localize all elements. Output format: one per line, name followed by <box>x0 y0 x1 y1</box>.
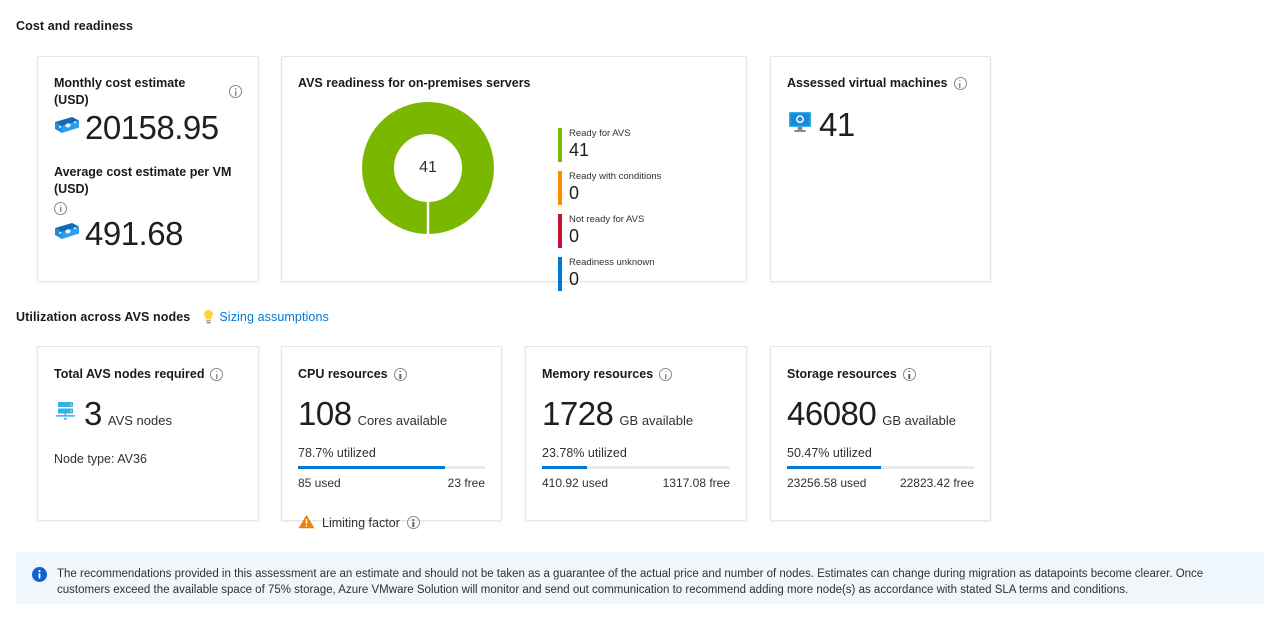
memory-utilization-bar-fill <box>542 465 587 469</box>
storage-utilization-bar <box>787 465 974 469</box>
lightbulb-icon <box>202 309 215 324</box>
memory-value-row: 1728 GB available <box>542 397 730 430</box>
cpu-free-label: 23 free <box>447 475 485 490</box>
storage-utilization-bar-fill <box>787 465 882 469</box>
average-cost-block: Average cost estimate per VM (USD) 491.6… <box>54 164 242 250</box>
legend-value-unknown: 0 <box>569 268 580 289</box>
legend-label-conditions: Ready with conditions <box>569 170 662 182</box>
card-cost-estimate: Monthly cost estimate (USD) 20158.95 Ave… <box>37 56 259 282</box>
memory-bar-legend: 410.92 used 1317.08 free <box>542 476 730 490</box>
average-cost-value: 491.68 <box>85 214 183 252</box>
info-icon[interactable] <box>953 76 967 90</box>
info-banner-text: The recommendations provided in this ass… <box>57 568 1204 596</box>
legend-value-not-ready: 0 <box>569 225 580 246</box>
card-total-avs-nodes: Total AVS nodes required 3 AVS nodes Nod… <box>37 346 259 521</box>
section-title-text: Cost and readiness <box>16 19 134 33</box>
cpu-utilization-bar <box>298 465 485 469</box>
readiness-legend: Ready for AVS 41 Ready with conditions 0 <box>558 98 661 300</box>
info-icon[interactable] <box>229 85 242 99</box>
legend-label-not-ready: Not ready for AVS <box>569 213 645 225</box>
memory-used-label: 410.92 used <box>542 475 609 490</box>
info-icon[interactable] <box>54 201 67 215</box>
monthly-cost-block: Monthly cost estimate (USD) 20158.95 <box>54 75 242 144</box>
cpu-value-row: 108 Cores available <box>298 397 485 430</box>
cpu-used-label: 85 used <box>298 475 341 490</box>
legend-label-ready: Ready for AVS <box>569 127 631 139</box>
monthly-cost-title: Monthly cost estimate (USD) <box>54 75 242 109</box>
cpu-utilized-label: 78.7% utilized <box>298 445 376 460</box>
legend-label-unknown: Readiness unknown <box>569 256 655 268</box>
donut-center-value: 41 <box>419 158 437 176</box>
storage-value-row: 46080 GB available <box>787 397 974 430</box>
legend-item-not-ready: Not ready for AVS 0 <box>558 213 661 248</box>
legend-value-conditions: 0 <box>569 182 580 203</box>
money-icon <box>54 116 80 139</box>
limiting-factor-label: Limiting factor <box>322 515 400 530</box>
memory-utilized-label: 23.78% utilized <box>542 445 627 460</box>
cpu-value: 108 <box>298 394 352 432</box>
section-title-text: Utilization across AVS nodes <box>16 309 191 324</box>
legend-swatch-not-ready <box>558 213 562 248</box>
cpu-card-title: CPU resources <box>298 366 485 383</box>
storage-card-title: Storage resources <box>787 366 974 383</box>
assessed-vms-value: 41 <box>819 105 855 143</box>
average-cost-title: Average cost estimate per VM (USD) <box>54 164 242 215</box>
memory-unit: GB available <box>619 412 694 428</box>
info-icon[interactable] <box>210 367 224 381</box>
nodes-value: 3 <box>84 394 102 432</box>
section-heading-cost-readiness: Cost and readiness <box>16 19 133 33</box>
info-icon[interactable] <box>393 367 407 381</box>
legend-swatch-unknown <box>558 256 562 291</box>
card-assessed-virtual-machines: Assessed virtual machines 41 <box>770 56 991 282</box>
legend-value-ready: 41 <box>569 139 590 160</box>
storage-value: 46080 <box>787 394 877 432</box>
storage-unit: GB available <box>882 412 956 428</box>
assessed-vms-value-row: 41 <box>787 108 974 141</box>
cpu-utilization-bar-fill <box>298 465 446 469</box>
cpu-bar-legend: 85 used 23 free <box>298 476 485 490</box>
card-avs-readiness: AVS readiness for on-premises servers 41 <box>281 56 747 291</box>
storage-free-label: 22823.42 free <box>899 475 974 490</box>
assessment-overview-page: Cost and readiness Monthly cost estimate… <box>0 0 1280 626</box>
readiness-donut-chart: 41 <box>298 98 558 234</box>
nodes-card-title: Total AVS nodes required <box>54 366 242 383</box>
assessed-vms-title: Assessed virtual machines <box>787 75 974 92</box>
card-memory-resources: Memory resources 1728 GB available 23.78… <box>525 346 747 521</box>
average-cost-value-row: 491.68 <box>54 217 242 250</box>
memory-free-label: 1317.08 free <box>662 475 730 490</box>
card-cpu-resources: CPU resources 108 Cores available 78.7% … <box>281 346 502 530</box>
cpu-limiting-factor: Limiting factor <box>298 514 485 532</box>
memory-utilization-bar <box>542 465 730 469</box>
memory-card-title: Memory resources <box>542 366 730 383</box>
storage-bar-legend: 23256.58 used 22823.42 free <box>787 476 974 490</box>
monthly-cost-value-row: 20158.95 <box>54 111 242 144</box>
money-icon <box>54 222 80 245</box>
legend-item-unknown: Readiness unknown 0 <box>558 256 661 291</box>
server-nodes-icon <box>54 399 78 428</box>
nodes-unit: AVS nodes <box>107 412 172 428</box>
monthly-cost-value: 20158.95 <box>85 108 219 146</box>
info-icon[interactable] <box>659 367 673 381</box>
sizing-assumptions-link[interactable]: Sizing assumptions <box>219 310 329 324</box>
storage-utilized-label: 50.47% utilized <box>787 445 872 460</box>
info-icon[interactable] <box>902 367 916 381</box>
legend-swatch-ready <box>558 127 562 162</box>
info-filled-icon <box>32 566 47 587</box>
virtual-machine-icon <box>787 110 813 139</box>
legend-item-ready-for-avs: Ready for AVS 41 <box>558 127 661 162</box>
legend-item-ready-with-conditions: Ready with conditions 0 <box>558 170 662 205</box>
storage-used-label: 23256.58 used <box>787 475 867 490</box>
section-heading-utilization: Utilization across AVS nodes Sizing assu… <box>16 309 329 324</box>
card-storage-resources: Storage resources 46080 GB available 50.… <box>770 346 991 521</box>
legend-swatch-conditions <box>558 170 562 205</box>
cpu-unit: Cores available <box>357 412 448 428</box>
warning-triangle-icon <box>298 514 315 532</box>
memory-value: 1728 <box>542 394 614 432</box>
info-icon[interactable] <box>406 516 420 530</box>
nodes-value-row: 3 AVS nodes <box>54 397 242 430</box>
info-banner: The recommendations provided in this ass… <box>16 552 1264 604</box>
readiness-card-title: AVS readiness for on-premises servers <box>298 76 531 90</box>
node-type-label: Node type: AV36 <box>54 451 147 466</box>
